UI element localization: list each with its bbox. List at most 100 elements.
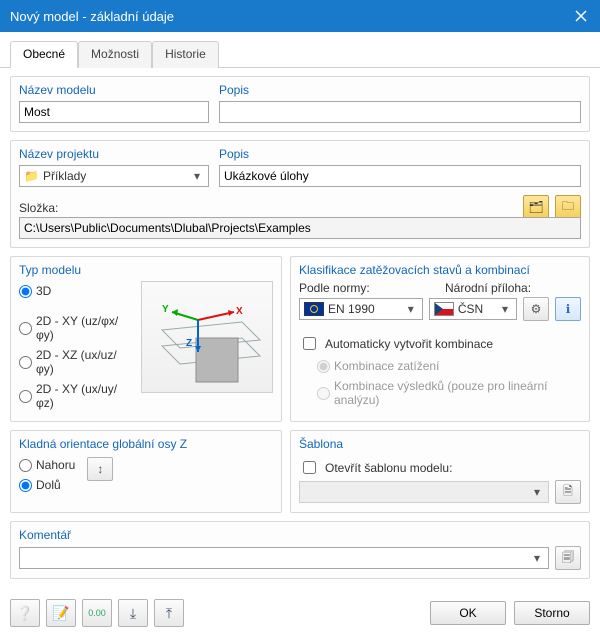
panel-model-name-desc: Název modelu Popis <box>10 76 590 132</box>
radio-z-up-label: Nahoru <box>36 458 75 472</box>
annex-combo[interactable]: ČSN ▾ <box>429 298 517 320</box>
open-template-label: Otevřít šablonu modelu: <box>325 461 452 475</box>
units-button[interactable]: 0.00 <box>82 599 112 627</box>
units-icon: 0.00 <box>88 608 106 618</box>
tab-general[interactable]: Obecné <box>10 41 78 68</box>
radio-z-up-input[interactable] <box>19 459 32 472</box>
chevron-down-icon: ▾ <box>528 485 546 499</box>
label-z-orientation: Kladná orientace globální osy Z <box>19 437 273 451</box>
axes-icon: ↕ <box>97 462 103 476</box>
label-project-name: Název projektu <box>19 147 209 161</box>
project-manager-button[interactable]: 🗂 <box>523 195 549 219</box>
template-browse-button[interactable]: 🗎 <box>555 480 581 504</box>
model-desc-input[interactable] <box>219 101 581 123</box>
flag-eu-icon <box>304 302 324 316</box>
label-classification: Klasifikace zatěžovacích stavů a kombina… <box>299 263 581 277</box>
radio-combi-result-input <box>317 387 330 400</box>
project-name-combo[interactable]: 📁 Příklady ▾ <box>19 165 209 187</box>
standard-combo[interactable]: EN 1990 ▾ <box>299 298 423 320</box>
radio-combi-result: Kombinace výsledků (pouze pro lineární a… <box>317 376 581 410</box>
help-icon: ❔ <box>16 605 33 622</box>
radio-2d-xz[interactable]: 2D - XZ (ux/uz/φy) <box>19 345 133 379</box>
close-button[interactable] <box>562 0 600 32</box>
import-icon: ⤒ <box>166 605 172 622</box>
footer-toolbar: ❔ 📝 0.00 ⤓ ⤒ <box>10 599 184 627</box>
folder-icon: 📁 <box>24 169 39 183</box>
export-button[interactable]: ⤓ <box>118 599 148 627</box>
close-icon <box>575 10 587 22</box>
save-template-icon: 🗎 <box>563 482 573 503</box>
radio-2d-xy-1-input[interactable] <box>19 322 32 335</box>
open-template-checkbox[interactable] <box>303 461 316 474</box>
z-orient-help-button[interactable]: ↕ <box>87 457 113 481</box>
radio-3d[interactable]: 3D <box>19 281 133 301</box>
open-folder-icon: 🗀 <box>562 197 574 218</box>
model-name-input[interactable] <box>19 101 209 123</box>
template-combo: ▾ <box>299 481 549 503</box>
radio-combi-result-label: Kombinace výsledků (pouze pro lineární a… <box>334 379 581 407</box>
notes-button[interactable]: 📝 <box>46 599 76 627</box>
radio-combi-load-input <box>317 360 330 373</box>
panel-model-type: Typ modelu 3D 2D - XY (uz/φx/φy) 2D - XZ… <box>10 256 282 422</box>
svg-text:Z: Z <box>186 338 192 349</box>
comment-pick-button[interactable]: 🗐 <box>555 546 581 570</box>
radio-3d-label: 3D <box>36 284 51 298</box>
radio-3d-input[interactable] <box>19 285 32 298</box>
auto-combi-label: Automaticky vytvořit kombinace <box>325 337 493 351</box>
import-button[interactable]: ⤒ <box>154 599 184 627</box>
radio-2d-xy-1[interactable]: 2D - XY (uz/φx/φy) <box>19 311 133 345</box>
footer: ❔ 📝 0.00 ⤓ ⤒ OK Storno <box>0 593 600 637</box>
radio-z-down[interactable]: Dolů <box>19 475 75 495</box>
radio-z-down-label: Dolů <box>36 478 61 492</box>
help-button[interactable]: ❔ <box>10 599 40 627</box>
comment-pick-icon: 🗐 <box>562 548 574 569</box>
label-comment: Komentář <box>19 528 581 542</box>
folder-path-display <box>19 217 581 239</box>
label-model-desc: Popis <box>219 83 581 97</box>
panel-project: Název projektu 📁 Příklady ▾ Popis 🗂 <box>10 140 590 248</box>
panel-template: Šablona Otevřít šablonu modelu: ▾ 🗎 <box>290 430 590 513</box>
radio-2d-xz-input[interactable] <box>19 356 32 369</box>
gear-icon: ⚙ <box>531 302 542 316</box>
tabs: Obecné Možnosti Historie <box>0 32 600 68</box>
tab-history[interactable]: Historie <box>152 41 219 68</box>
preview-3d-icon: X Y Z <box>142 282 272 392</box>
standard-settings-button[interactable]: ⚙ <box>523 297 549 321</box>
label-template: Šablona <box>299 437 581 451</box>
radio-combi-load: Kombinace zatížení <box>317 356 581 376</box>
model-type-preview: X Y Z <box>141 281 273 393</box>
ok-button[interactable]: OK <box>430 601 506 625</box>
auto-combi-checkbox[interactable] <box>303 337 316 350</box>
radio-2d-xy-2-input[interactable] <box>19 390 32 403</box>
radio-2d-xz-label: 2D - XZ (ux/uz/φy) <box>36 348 133 376</box>
label-model-type: Typ modelu <box>19 263 273 277</box>
tab-options[interactable]: Možnosti <box>78 41 152 68</box>
chevron-down-icon: ▾ <box>188 169 206 183</box>
label-model-name: Název modelu <box>19 83 209 97</box>
flag-cz-icon <box>434 302 454 316</box>
standard-value: EN 1990 <box>328 302 375 316</box>
info-icon: ℹ <box>566 302 571 316</box>
titlebar: Nový model - základní údaje <box>0 0 600 32</box>
radio-2d-xy-2-label: 2D - XY (ux/uy/φz) <box>36 382 133 410</box>
cancel-button[interactable]: Storno <box>514 601 590 625</box>
open-folder-button[interactable]: 🗀 <box>555 195 581 219</box>
radio-2d-xy-1-label: 2D - XY (uz/φx/φy) <box>36 314 133 342</box>
annex-value: ČSN <box>458 302 483 316</box>
radio-z-up[interactable]: Nahoru <box>19 455 75 475</box>
label-standard: Podle normy: <box>299 281 435 295</box>
standard-info-button[interactable]: ℹ <box>555 297 581 321</box>
panel-z-orientation: Kladná orientace globální osy Z Nahoru D… <box>10 430 282 513</box>
window-title: Nový model - základní údaje <box>10 9 174 24</box>
chevron-down-icon: ▾ <box>402 302 420 316</box>
project-desc-input[interactable] <box>219 165 581 187</box>
notes-icon: 📝 <box>52 605 69 622</box>
export-icon: ⤓ <box>130 605 136 622</box>
project-name-value: Příklady <box>43 169 86 183</box>
radio-z-down-input[interactable] <box>19 479 32 492</box>
radio-2d-xy-2[interactable]: 2D - XY (ux/uy/φz) <box>19 379 133 413</box>
svg-text:Y: Y <box>162 304 169 315</box>
comment-combo[interactable]: ▾ <box>19 547 549 569</box>
project-manager-icon: 🗂 <box>528 200 543 214</box>
radio-combi-load-label: Kombinace zatížení <box>334 359 439 373</box>
